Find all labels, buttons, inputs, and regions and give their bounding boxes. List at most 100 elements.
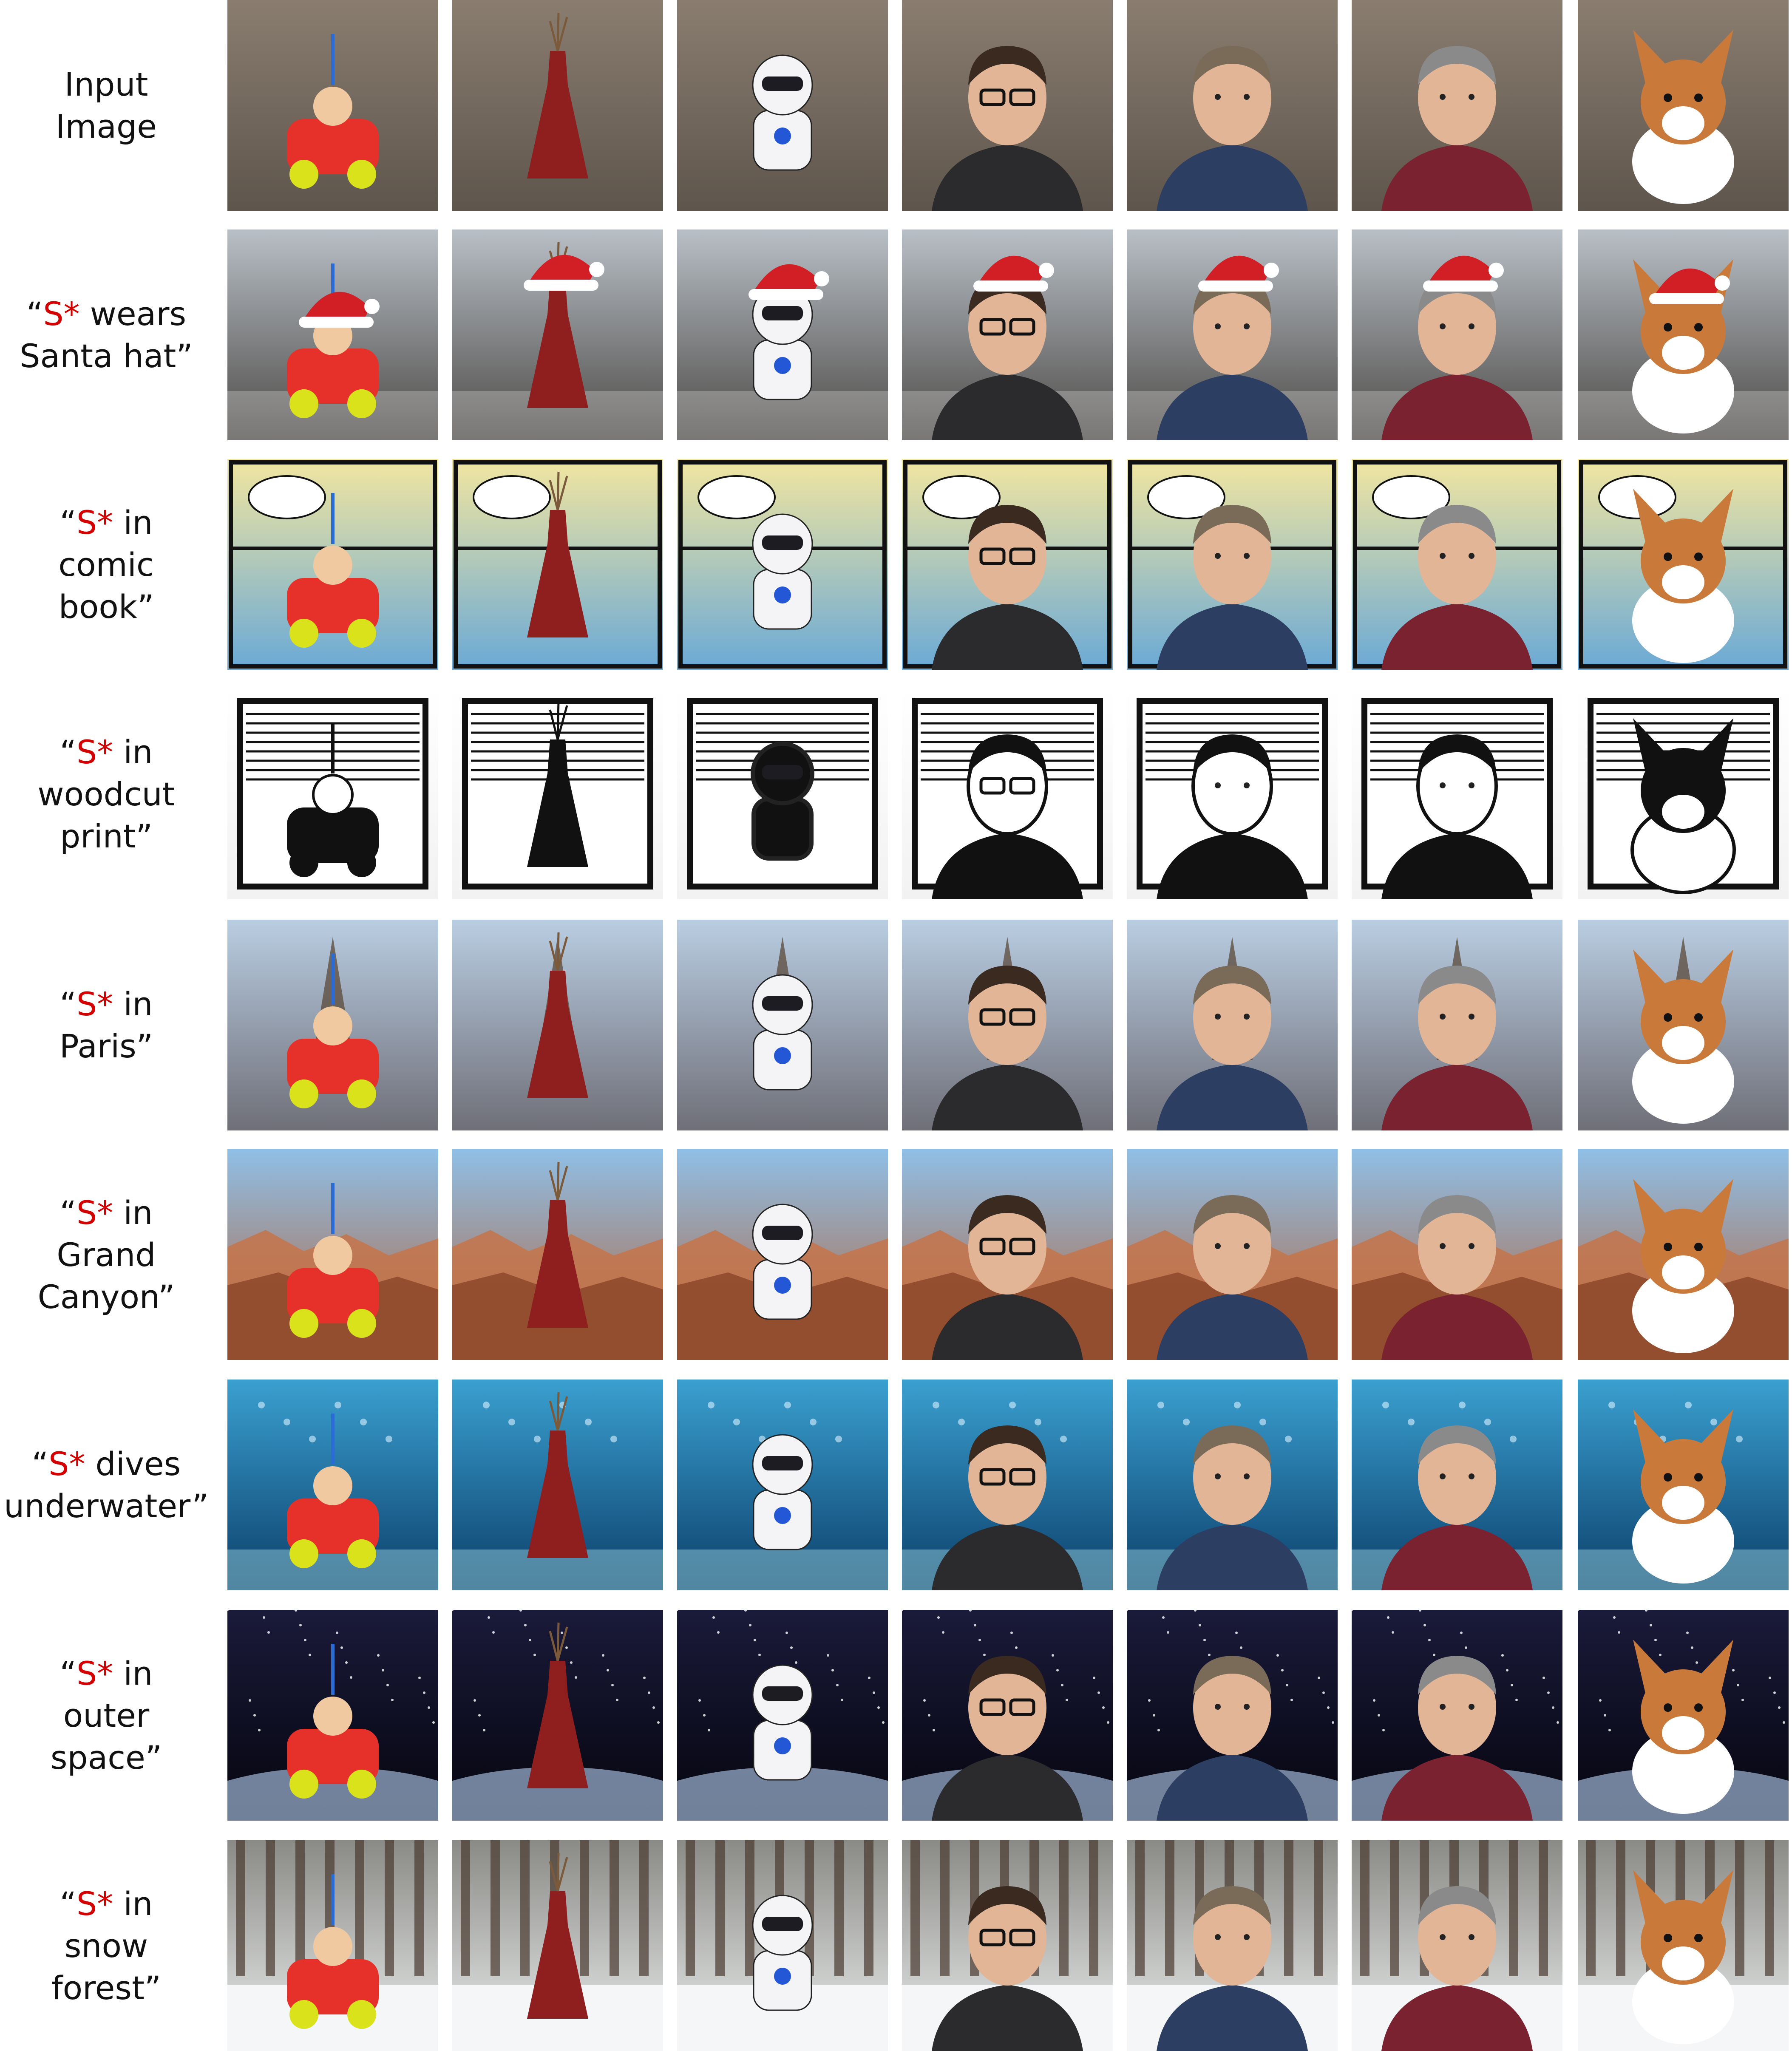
image-corgi-puppy-woodcut — [1578, 688, 1789, 899]
image-red-vase-underwater — [452, 1380, 663, 1590]
placeholder-token: S* — [48, 1445, 85, 1483]
row-label-line: “S* in — [38, 1192, 175, 1234]
image-corgi-puppy-snow — [1578, 1840, 1789, 2051]
label-text: woodcut — [37, 775, 175, 813]
label-prefix: “ — [60, 985, 77, 1023]
image-man-glasses-santa — [902, 229, 1113, 440]
image-robot-toy-woodcut — [677, 688, 888, 899]
image-robot-toy-paris — [677, 920, 888, 1130]
image-man-grey-sweater-underwater — [1127, 1380, 1338, 1590]
figure-row-underwater: “S* dives underwater” — [0, 1380, 1792, 1590]
label-text: Input — [64, 65, 148, 103]
image-red-vase-santa — [452, 229, 663, 440]
row-label-line: Image — [56, 105, 157, 147]
image-corgi-puppy-input — [1578, 0, 1789, 211]
image-red-vase-input — [452, 0, 663, 211]
figure-row-woodcut: “S* in woodcut print” — [0, 688, 1792, 899]
image-red-vase-snow — [452, 1840, 663, 2051]
image-corgi-puppy-underwater — [1578, 1380, 1789, 1590]
row-label-line: “S* wears — [20, 293, 193, 335]
row-label-line: underwater” — [4, 1485, 209, 1527]
label-prefix: “ — [60, 1193, 77, 1232]
image-toy-car-space — [227, 1610, 438, 1821]
placeholder-token: S* — [43, 295, 80, 333]
label-text: in — [113, 733, 153, 771]
figure-row-snow: “S* in snow forest” — [0, 1840, 1792, 2051]
row-label-canyon: “S* in Grand Canyon” — [0, 1149, 213, 1360]
row-label-line: forest” — [51, 1967, 161, 2009]
row-label-line: Santa hat” — [20, 335, 193, 377]
image-corgi-puppy-canyon — [1578, 1149, 1789, 1360]
image-robot-toy-snow — [677, 1840, 888, 2051]
row-label-space: “S* in outer space” — [0, 1610, 213, 1821]
label-text: Paris” — [59, 1027, 153, 1065]
row-label-line: outer — [51, 1694, 162, 1737]
image-robot-toy-input — [677, 0, 888, 211]
image-man-grey-sweater-snow — [1127, 1840, 1338, 2051]
image-man-grey-sweater-santa — [1127, 229, 1338, 440]
label-prefix: “ — [31, 1445, 49, 1483]
image-man-grey-sweater-input — [1127, 0, 1338, 211]
image-corgi-puppy-space — [1578, 1610, 1789, 1821]
row-label-line: Canyon” — [38, 1276, 175, 1318]
row-label-underwater: “S* dives underwater” — [0, 1380, 213, 1590]
image-man-glasses-paris — [902, 920, 1113, 1130]
row-label-line: “S* in — [51, 1652, 162, 1694]
image-man-curly-hair-comic — [1352, 459, 1562, 670]
row-label-santa: “S* wears Santa hat” — [0, 229, 213, 440]
label-text: dives — [85, 1445, 181, 1483]
row-label-line: Input — [56, 63, 157, 105]
image-man-glasses-input — [902, 0, 1113, 211]
row-label-snow: “S* in snow forest” — [0, 1840, 213, 2051]
placeholder-token: S* — [76, 503, 113, 541]
label-prefix: “ — [60, 1884, 77, 1923]
label-prefix: “ — [60, 1654, 77, 1692]
row-label-line: “S* in — [37, 731, 175, 773]
label-prefix: “ — [26, 295, 43, 333]
label-text: Image — [55, 108, 157, 145]
placeholder-token: S* — [76, 733, 113, 771]
image-man-glasses-woodcut — [902, 688, 1113, 899]
image-robot-toy-space — [677, 1610, 888, 1821]
image-man-glasses-canyon — [902, 1149, 1113, 1360]
image-toy-car-santa — [227, 229, 438, 440]
image-robot-toy-santa — [677, 229, 888, 440]
label-text: Grand — [57, 1235, 156, 1274]
label-text: in — [113, 985, 153, 1023]
placeholder-token: S* — [76, 1654, 113, 1692]
row-label-comic: “S* in comic book” — [0, 459, 213, 670]
label-text: outer — [63, 1696, 150, 1734]
image-robot-toy-comic — [677, 459, 888, 670]
figure-row-comic: “S* in comic book” — [0, 459, 1792, 670]
row-label-line: woodcut — [37, 773, 175, 815]
image-man-glasses-snow — [902, 1840, 1113, 2051]
image-toy-car-canyon — [227, 1149, 438, 1360]
image-toy-car-woodcut — [227, 688, 438, 899]
row-label-line: “S* in — [51, 1883, 161, 1925]
image-red-vase-space — [452, 1610, 663, 1821]
image-robot-toy-underwater — [677, 1380, 888, 1590]
image-man-curly-hair-underwater — [1352, 1380, 1562, 1590]
image-man-grey-sweater-space — [1127, 1610, 1338, 1821]
placeholder-token: S* — [76, 1884, 113, 1923]
image-toy-car-comic — [227, 459, 438, 670]
row-label-line: Grand — [38, 1234, 175, 1276]
image-man-grey-sweater-comic — [1127, 459, 1338, 670]
figure-row-canyon: “S* in Grand Canyon” — [0, 1149, 1792, 1360]
image-toy-car-underwater — [227, 1380, 438, 1590]
label-text: comic — [58, 545, 154, 584]
row-label-line: space” — [51, 1737, 162, 1779]
image-corgi-puppy-comic — [1578, 459, 1789, 670]
label-text: underwater” — [4, 1487, 209, 1525]
figure-row-paris: “S* in Paris” — [0, 920, 1792, 1130]
label-text: wears — [79, 295, 187, 333]
image-robot-toy-canyon — [677, 1149, 888, 1360]
image-man-grey-sweater-canyon — [1127, 1149, 1338, 1360]
image-toy-car-input — [227, 0, 438, 211]
row-label-line: book” — [58, 586, 154, 628]
figure-grid: Input Image “S* wears Santa hat” “S* in comic… — [0, 0, 1792, 2051]
image-red-vase-canyon — [452, 1149, 663, 1360]
label-text: Canyon” — [37, 1278, 175, 1316]
row-label-input: Input Image — [0, 0, 213, 211]
image-red-vase-comic — [452, 459, 663, 670]
